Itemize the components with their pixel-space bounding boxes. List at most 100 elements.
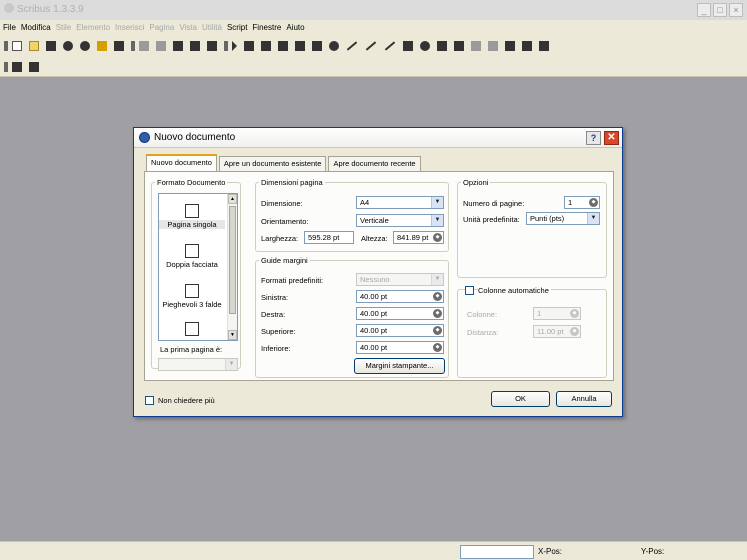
measure-icon[interactable] [505, 41, 515, 51]
dont-ask-again-checkbox[interactable] [145, 396, 154, 405]
columns-input[interactable]: 1 ◆ [533, 307, 581, 320]
edit-contents-icon[interactable] [437, 41, 447, 51]
spin-icon[interactable]: ◆ [589, 198, 598, 207]
copy-properties-icon[interactable] [522, 41, 532, 51]
pages-count-input[interactable]: 1 ◆ [564, 196, 600, 209]
list-item-3-fold[interactable]: Pieghevoli 3 falde [159, 284, 225, 309]
pdf-push-button-icon[interactable] [12, 61, 22, 72]
paste-icon[interactable] [207, 41, 217, 51]
tab-open-recent[interactable]: Apre documento recente [328, 156, 421, 171]
margin-bottom-input[interactable]: 40.00 pt ◆ [356, 341, 444, 354]
menu-finestre[interactable]: Finestre [252, 23, 281, 32]
table-icon[interactable] [295, 41, 305, 51]
scroll-down-icon[interactable]: ▼ [228, 330, 237, 340]
new-document-panel: Formato Documento Pagina singola Doppia … [144, 171, 614, 381]
margin-top-input[interactable]: 40.00 pt ◆ [356, 324, 444, 337]
first-page-select[interactable]: ▼ [158, 358, 238, 371]
spin-icon[interactable]: ◆ [433, 343, 442, 352]
new-document-dialog: Nuovo documento ? ✕ Nuovo documento Apre… [133, 127, 623, 417]
menu-utilita[interactable]: Utilità [202, 23, 222, 32]
save-icon[interactable] [46, 41, 56, 51]
print-icon[interactable] [80, 41, 90, 51]
auto-columns-checkbox[interactable] [465, 286, 474, 295]
menu-file[interactable]: File [3, 23, 16, 32]
toolbar-grip-icon[interactable] [4, 61, 8, 72]
minimize-window-button[interactable]: _ [697, 3, 711, 17]
polygon-icon[interactable] [329, 41, 339, 51]
spin-icon[interactable]: ◆ [570, 327, 579, 336]
copy-icon[interactable] [190, 41, 200, 51]
gap-input[interactable]: 11.00 pt ◆ [533, 325, 581, 338]
toolbar-grip-icon[interactable] [4, 41, 8, 51]
layout-list-scrollbar[interactable]: ▲ ▼ [227, 194, 237, 340]
margin-right-input[interactable]: 40.00 pt ◆ [356, 307, 444, 320]
bezier-icon[interactable] [365, 41, 377, 51]
cut-icon[interactable] [173, 41, 183, 51]
default-unit-label: Unità predefinita: [463, 215, 520, 224]
page-size-select[interactable]: A4 ▼ [356, 196, 444, 209]
new-document-icon[interactable] [12, 41, 22, 51]
render-frame-icon[interactable] [278, 41, 288, 51]
eyedropper-icon[interactable] [539, 41, 549, 51]
gap-value: 11.00 pt [537, 327, 564, 336]
orientation-value: Verticale [360, 216, 389, 225]
open-folder-icon[interactable] [29, 41, 39, 51]
redo-icon[interactable] [156, 41, 166, 51]
height-input[interactable]: 841.89 pt ◆ [393, 231, 444, 244]
preset-layouts-select[interactable]: Nessuno ▼ [356, 273, 444, 286]
spin-icon[interactable]: ◆ [433, 309, 442, 318]
pdf-annotation-icon[interactable] [29, 61, 39, 72]
spin-icon[interactable]: ◆ [433, 233, 442, 242]
preflight-icon[interactable] [97, 41, 107, 51]
link-frames-icon[interactable] [471, 41, 481, 51]
scroll-up-icon[interactable]: ▲ [228, 194, 237, 204]
list-item-single-page[interactable]: Pagina singola [159, 204, 225, 229]
spin-icon[interactable]: ◆ [570, 309, 579, 318]
options-group: Opzioni [457, 178, 607, 278]
menu-inserisci[interactable]: Inserisci [115, 23, 144, 32]
single-page-icon [185, 204, 199, 218]
width-input[interactable]: 595.28 pt [304, 231, 354, 244]
close-dialog-button[interactable]: ✕ [604, 131, 619, 145]
pages-count-label: Numero di pagine: [463, 199, 525, 208]
edit-text-icon[interactable] [454, 41, 464, 51]
scroll-thumb[interactable] [229, 206, 236, 314]
close-window-button[interactable]: × [729, 3, 743, 17]
tab-open-existing[interactable]: Apre un documento esistente [218, 156, 327, 171]
close-document-icon[interactable] [63, 41, 73, 51]
printer-margins-button[interactable]: Margini stampante... [354, 358, 445, 374]
list-item-4-fold[interactable] [159, 322, 225, 338]
menu-aiuto[interactable]: Aiuto [286, 23, 304, 32]
image-frame-icon[interactable] [261, 41, 271, 51]
export-pdf-icon[interactable] [114, 41, 124, 51]
menu-elemento[interactable]: Elemento [76, 23, 110, 32]
undo-icon[interactable] [139, 41, 149, 51]
margin-left-input[interactable]: 40.00 pt ◆ [356, 290, 444, 303]
tab-new-document[interactable]: Nuovo documento [146, 154, 217, 171]
zoom-field[interactable] [460, 545, 534, 559]
help-button[interactable]: ? [586, 131, 601, 145]
document-layout-list[interactable]: Pagina singola Doppia facciata Pieghevol… [158, 193, 238, 341]
shape-icon[interactable] [312, 41, 322, 51]
spin-icon[interactable]: ◆ [433, 292, 442, 301]
zoom-icon[interactable] [420, 41, 430, 51]
cancel-button[interactable]: Annulla [556, 391, 612, 407]
spin-icon[interactable]: ◆ [433, 326, 442, 335]
unlink-frames-icon[interactable] [488, 41, 498, 51]
menu-modifica[interactable]: Modifica [21, 23, 51, 32]
select-pointer-icon[interactable] [232, 41, 237, 51]
text-frame-icon[interactable] [244, 41, 254, 51]
orientation-select[interactable]: Verticale ▼ [356, 214, 444, 227]
freehand-icon[interactable] [384, 41, 396, 51]
list-item-double-sided[interactable]: Doppia facciata [159, 244, 225, 269]
menu-vista[interactable]: Vista [179, 23, 197, 32]
ok-button[interactable]: OK [491, 391, 550, 407]
maximize-window-button[interactable]: □ [713, 3, 727, 17]
default-unit-select[interactable]: Punti (pts) ▼ [526, 212, 600, 225]
menu-script[interactable]: Script [227, 23, 247, 32]
chevron-down-icon: ▼ [431, 215, 443, 226]
menu-pagina[interactable]: Pagina [149, 23, 174, 32]
line-icon[interactable] [346, 41, 358, 51]
rotate-icon[interactable] [403, 41, 413, 51]
menu-stile[interactable]: Stile [56, 23, 72, 32]
